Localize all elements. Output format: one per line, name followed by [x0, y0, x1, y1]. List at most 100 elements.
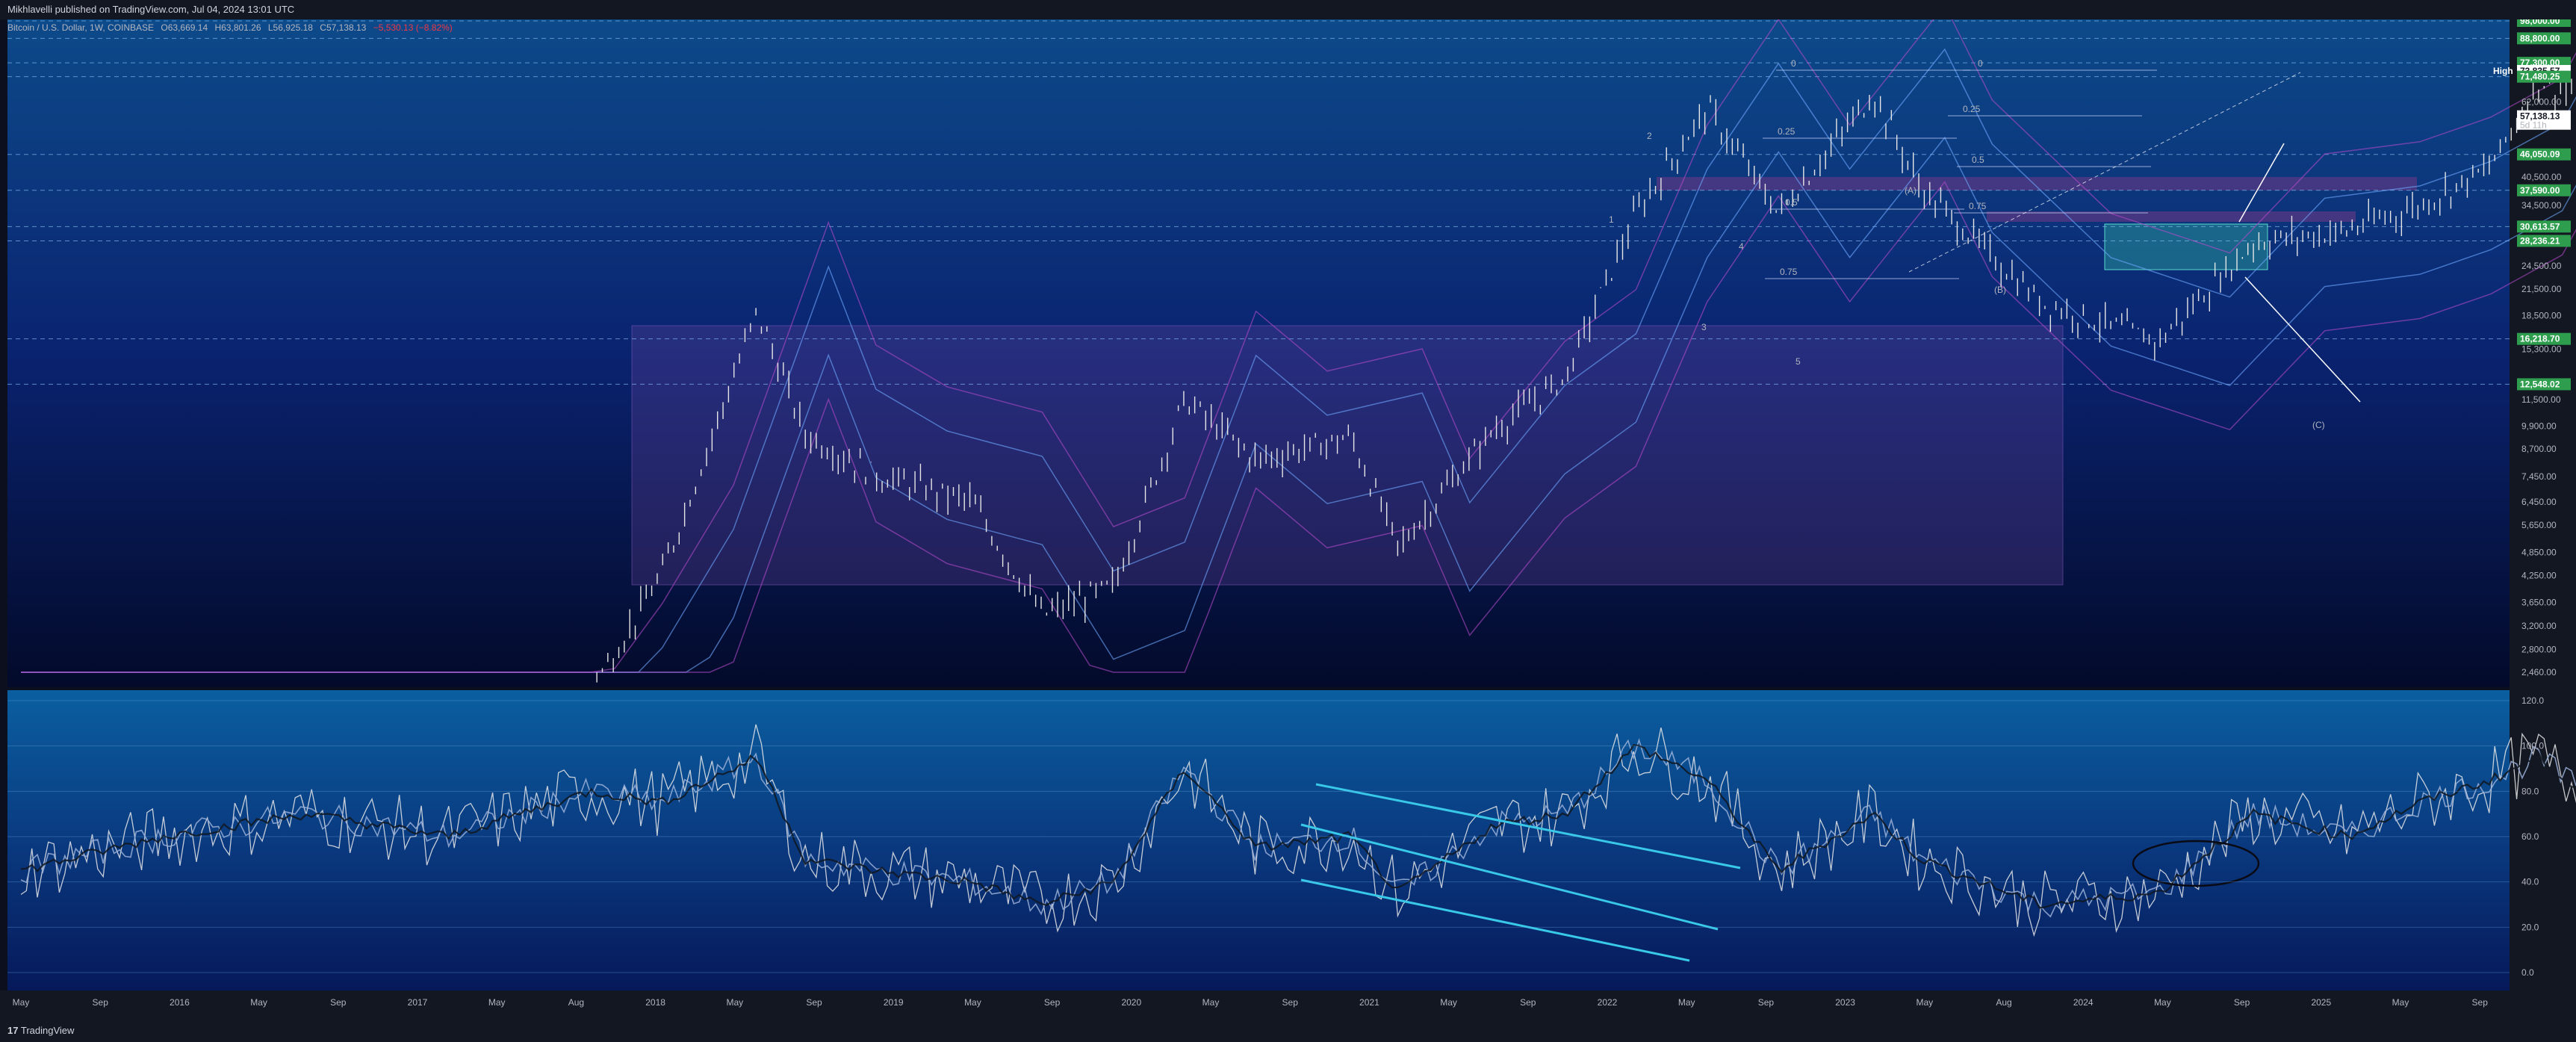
price-tick-label: 3,200.00: [2521, 621, 2557, 631]
oscillator-tick-label: 40.0: [2521, 877, 2539, 887]
time-tick-label: Sep: [2234, 997, 2250, 1008]
price-tick-label: 24,500.00: [2521, 261, 2562, 271]
time-tick-label: 2023: [1835, 997, 1855, 1008]
price-tick-label: 21,500.00: [2521, 284, 2562, 294]
brand-name: TradingView: [20, 1025, 75, 1036]
time-tick-label: 2020: [1121, 997, 1141, 1008]
time-tick-label: May: [1678, 997, 1695, 1008]
target-zone: [2104, 223, 2268, 270]
oscillator-tick-label: 60.0: [2521, 831, 2539, 842]
tradingview-logo-icon[interactable]: 17: [7, 1019, 18, 1042]
time-tick-label: Aug: [1996, 997, 2011, 1008]
price-tag-label: 16,218.70: [2520, 334, 2560, 344]
time-tick-label: 2019: [884, 997, 904, 1008]
price-tick-label: 18,500.00: [2521, 311, 2562, 321]
oscillator-tick-label: 120.0: [2521, 695, 2544, 706]
footer-bar: 17 TradingView: [0, 1019, 2576, 1042]
time-tick-label: May: [488, 997, 506, 1008]
consolidation-zone: [631, 325, 2064, 586]
time-tick-label: 2024: [2073, 997, 2094, 1008]
chart-screenshot: Mikhlavelli published on TradingView.com…: [0, 0, 2576, 1042]
oscillator-tick-label: 80.0: [2521, 786, 2539, 796]
time-tick-label: May: [250, 997, 267, 1008]
time-tick-label: May: [964, 997, 981, 1008]
fib-level-label: 0.25: [1963, 104, 1981, 114]
time-tick-label: Sep: [1044, 997, 1061, 1008]
price-tick-label: 3,650.00: [2521, 598, 2557, 608]
price-tick-label: 40,500.00: [2521, 172, 2562, 182]
time-tick-label: May: [726, 997, 743, 1008]
publish-line: Mikhlavelli published on TradingView.com…: [7, 4, 295, 15]
fib-level-label: 0.5: [1785, 197, 1798, 208]
time-tick-label: Sep: [1520, 997, 1536, 1008]
time-tick-label: May: [1202, 997, 1220, 1008]
chart-canvas[interactable]: 0 0 0.25 0.25 0.5 0.5 0.75 0.75 (A) (B) (C) 1 2 3 4 5 8…: [0, 19, 2576, 1019]
change-value: −5,530.13 (−8.82%): [373, 22, 453, 33]
price-tag-label: 88,800.00: [2520, 33, 2560, 43]
price-tick-label: 15,300.00: [2521, 344, 2562, 354]
time-tick-label: May: [1440, 997, 1457, 1008]
price-tag-label: 37,590.00: [2520, 185, 2560, 196]
resistance-zone-1: [1657, 177, 2417, 190]
price-tick-label: 62,000.00: [2521, 96, 2562, 107]
wave-label: (C): [2312, 420, 2325, 430]
symbol-name: Bitcoin / U.S. Dollar, 1W, COINBASE: [7, 22, 155, 33]
fib-level-label: 0.75: [1780, 267, 1798, 277]
fib-level-label: 0.5: [1972, 155, 1984, 165]
time-tick-label: 2022: [1598, 997, 1618, 1008]
price-tick-label: 4,250.00: [2521, 571, 2557, 581]
time-tick-label: 2025: [2311, 997, 2331, 1008]
time-tick-label: 2016: [170, 997, 190, 1008]
time-tick-label: May: [2392, 997, 2409, 1008]
time-tick-label: May: [13, 997, 30, 1008]
price-tag-label: 28,236.21: [2520, 235, 2560, 246]
price-tick-label: 8,700.00: [2521, 444, 2557, 454]
publish-bar: Mikhlavelli published on TradingView.com…: [0, 0, 2576, 19]
oscillator-tick-label: 20.0: [2521, 922, 2539, 932]
low-value: L56,925.18: [267, 22, 313, 33]
price-tag-label: 71,480.25: [2520, 72, 2560, 82]
wave-label: (B): [1994, 285, 2006, 295]
time-tick-label: Sep: [1758, 997, 1775, 1008]
price-tick-label: 2,460.00: [2521, 667, 2557, 677]
fib-level-label: 0: [1791, 58, 1796, 69]
time-tick-label: Sep: [93, 997, 109, 1008]
time-tick-label: Aug: [568, 997, 584, 1008]
time-tick-label: 2017: [408, 997, 428, 1008]
fib-level-label: 0.25: [1778, 126, 1796, 137]
open-value: O63,669.14: [161, 22, 208, 33]
time-tick-label: Sep: [806, 997, 822, 1008]
wave-label: 1: [1609, 214, 1614, 225]
fib-level-label: 0: [1978, 58, 1983, 69]
oscillator-tick-label: 0.0: [2521, 967, 2534, 978]
price-tag-label: 98,000.00: [2520, 19, 2560, 26]
price-tick-label: 34,500.00: [2521, 200, 2562, 211]
fib-level-label: 0.75: [1969, 201, 1987, 211]
time-tick-label: May: [1916, 997, 1933, 1008]
symbol-legend: Bitcoin / U.S. Dollar, 1W, COINBASE O63,…: [7, 22, 457, 33]
price-tick-label: 7,450.00: [2521, 471, 2557, 482]
price-tick-label: 2,800.00: [2521, 644, 2557, 654]
price-tag-label: 30,613.57: [2520, 221, 2560, 232]
close-value: C57,138.13: [320, 22, 367, 33]
price-tag-sub: 5d 11h: [2520, 120, 2547, 131]
price-tag-label: 46,050.09: [2520, 149, 2560, 160]
wave-label: (A): [1905, 185, 1917, 196]
time-tick-label: May: [2154, 997, 2171, 1008]
high-value: H63,801.26: [214, 22, 261, 33]
price-tick-label: 6,450.00: [2521, 497, 2557, 507]
time-tick-label: Sep: [2472, 997, 2489, 1008]
time-tick-label: Sep: [1282, 997, 1299, 1008]
wave-label: 3: [1701, 322, 1707, 332]
wave-label: 2: [1647, 131, 1652, 141]
price-tick-label: 9,900.00: [2521, 421, 2557, 431]
wave-label: 4: [1739, 241, 1744, 252]
oscillator-tick-label: 100.0: [2521, 741, 2544, 751]
time-tick-label: 2021: [1359, 997, 1379, 1008]
price-tag-prefix: High: [2493, 66, 2513, 76]
price-tag-label: 12,548.02: [2520, 379, 2560, 389]
price-tick-label: 11,500.00: [2521, 394, 2561, 405]
price-tick-label: 5,650.00: [2521, 520, 2557, 530]
time-tick-label: Sep: [330, 997, 347, 1008]
wave-label: 5: [1796, 356, 1801, 367]
